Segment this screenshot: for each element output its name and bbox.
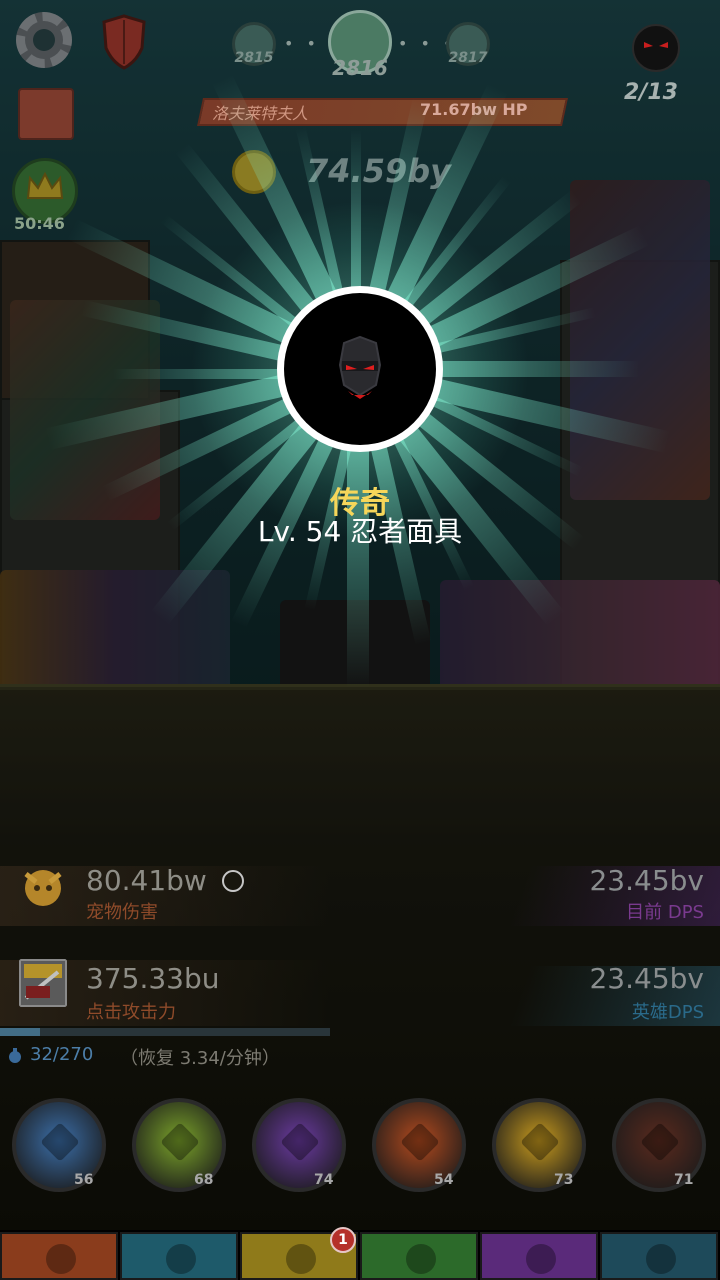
pet-damage-value: 80.41bw <box>86 864 207 897</box>
tab-pets[interactable] <box>360 1232 478 1280</box>
stage-current-number: 2816 <box>332 56 388 80</box>
hero-dps-label: 英雄DPS <box>631 1002 704 1023</box>
mana-fill <box>0 1028 40 1036</box>
current-dps-label: 目前 DPS <box>626 902 704 923</box>
relic-title: Lv. 54 忍者面具 <box>257 515 463 548</box>
boss-progress-count: 2/13 <box>624 80 678 105</box>
sword-icon <box>160 1122 200 1162</box>
gear-icon-center <box>33 29 55 51</box>
flame-sword-icon <box>400 1122 440 1162</box>
tap-damage-label: 点击攻击力 <box>86 1002 176 1023</box>
game-screen[interactable]: 2815 • • • 2816 • • • 2817 2/13 洛夫莱特夫人 7… <box>0 0 720 1280</box>
tab-artifacts[interactable] <box>480 1232 598 1280</box>
tab-ranking[interactable] <box>600 1232 718 1280</box>
eagle-icon <box>40 1122 80 1162</box>
skill-level: 74 <box>314 1172 334 1188</box>
hero-dps-value: 23.45bv <box>589 962 704 995</box>
artifacts-icon <box>526 1244 556 1274</box>
axes-icon <box>520 1122 560 1162</box>
stage-prev-number: 2815 <box>234 50 274 66</box>
crown-timer: 50:46 <box>14 214 65 233</box>
runner-icon <box>640 1122 680 1162</box>
tap-damage-value: 375.33bu <box>86 962 220 995</box>
sword-master-icon[interactable] <box>18 958 68 1008</box>
tab-sword[interactable] <box>0 1232 118 1280</box>
skill-level: 73 <box>554 1172 574 1188</box>
equipment-tab-badge: 1 <box>330 1227 356 1253</box>
current-dps-value: 23.45bv <box>589 864 704 897</box>
pet-attack-indicator[interactable] <box>222 870 244 892</box>
heroes-icon <box>166 1244 196 1274</box>
coin-icon <box>280 1122 320 1162</box>
mana-potion-icon <box>9 1048 21 1063</box>
stage-next-number: 2817 <box>448 50 488 66</box>
shield-icon[interactable] <box>98 14 150 70</box>
mana-regen: （恢复 3.34/分钟） <box>120 1048 280 1069</box>
pet-dragon-icon <box>24 870 62 906</box>
mana-count: 32/270 <box>30 1044 94 1065</box>
crown-shape <box>26 172 64 199</box>
boss-skull-eyes <box>644 42 668 48</box>
equipment-icon <box>286 1244 316 1274</box>
skill-level: 68 <box>194 1172 214 1188</box>
ninja-mask-icon <box>338 335 382 399</box>
pet-damage-label: 宠物伤害 <box>86 902 158 923</box>
pets-icon <box>406 1244 436 1274</box>
shop-icon[interactable] <box>18 88 74 140</box>
sword-icon <box>46 1244 76 1274</box>
skill-level: 71 <box>674 1172 694 1188</box>
gold-amount: 74.59by <box>306 152 451 190</box>
skill-level: 56 <box>74 1172 94 1188</box>
skill-level: 54 <box>434 1172 454 1188</box>
ranking-icon <box>646 1244 676 1274</box>
tab-heroes[interactable] <box>120 1232 238 1280</box>
mana-bar <box>0 1028 330 1036</box>
